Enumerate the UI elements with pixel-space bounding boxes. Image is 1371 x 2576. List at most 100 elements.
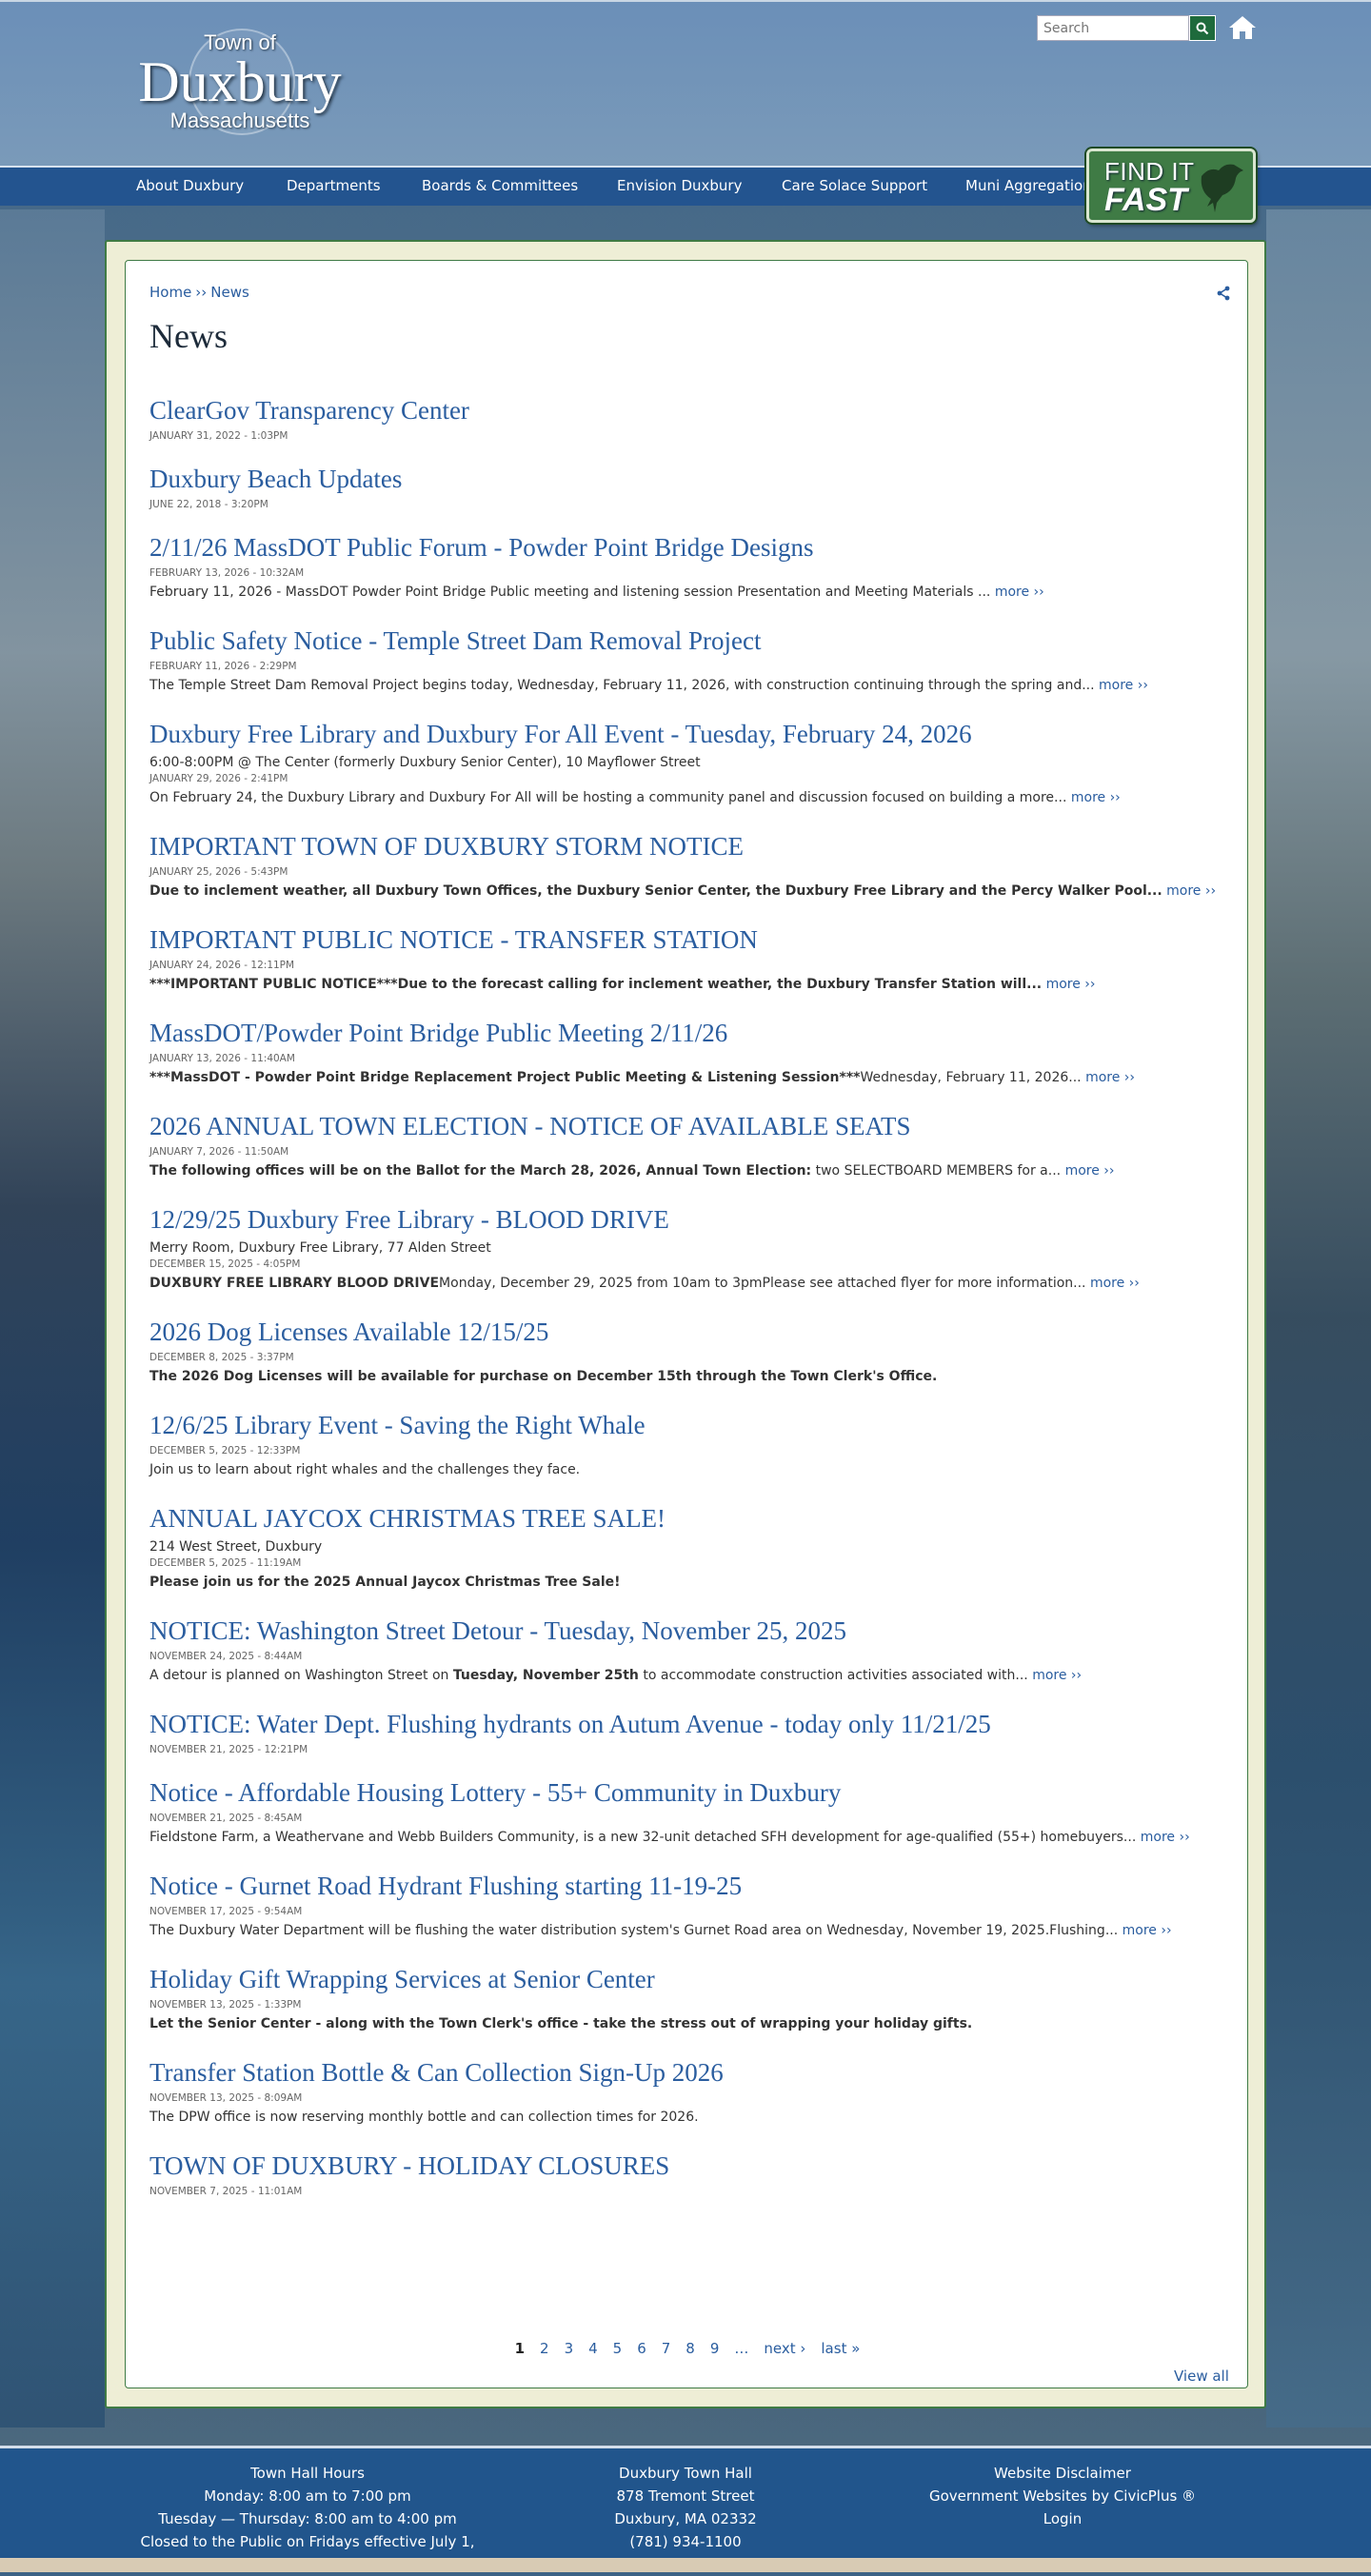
news-title-link[interactable]: 2026 Dog Licenses Available 12/15/25 xyxy=(149,1317,1225,1347)
news-title-link[interactable]: TOWN OF DUXBURY - HOLIDAY CLOSURES xyxy=(149,2150,1225,2181)
news-title-link[interactable]: ANNUAL JAYCOX CHRISTMAS TREE SALE! xyxy=(149,1503,1225,1534)
pager-page[interactable]: 2 xyxy=(540,2340,549,2357)
content-frame: Home ›› News News ClearGov Transparency Ce… xyxy=(105,240,1266,2408)
more-link[interactable]: more ›› xyxy=(995,585,1044,600)
news-item: NOTICE: Water Dept. Flushing hydrants on… xyxy=(149,1709,1225,1756)
news-summary-text: The Temple Street Dam Removal Project be… xyxy=(149,678,1095,693)
pager-page[interactable]: 8 xyxy=(686,2340,695,2357)
news-title-link[interactable]: Transfer Station Bottle & Can Collection… xyxy=(149,2057,1225,2088)
news-title-link[interactable]: NOTICE: Washington Street Detour - Tuesd… xyxy=(149,1615,1225,1646)
more-link[interactable]: more ›› xyxy=(1032,1668,1082,1683)
footer-links: Website Disclaimer Government Websites b… xyxy=(920,2462,1205,2530)
breadcrumb-news[interactable]: News xyxy=(210,284,249,301)
pager-page[interactable]: 7 xyxy=(662,2340,671,2357)
news-date: JANUARY 24, 2026 - 12:11PM xyxy=(149,960,295,971)
news-title-link[interactable]: ClearGov Transparency Center xyxy=(149,395,1225,426)
news-title-link[interactable]: 2026 ANNUAL TOWN ELECTION - NOTICE OF AV… xyxy=(149,1111,1225,1141)
breadcrumb: Home ›› News xyxy=(149,284,249,301)
nav-envision-duxbury[interactable]: Envision Duxbury xyxy=(617,177,742,194)
pager-next[interactable]: next › xyxy=(764,2340,805,2357)
pager-page[interactable]: 6 xyxy=(637,2340,646,2357)
news-summary-bold: Please join us for the 2025 Annual Jayco… xyxy=(149,1575,621,1590)
news-item: 2/11/26 MassDOT Public Forum - Powder Po… xyxy=(149,532,1225,604)
news-item: 2026 Dog Licenses Available 12/15/25 DECE… xyxy=(149,1317,1225,1389)
news-title-link[interactable]: IMPORTANT PUBLIC NOTICE - TRANSFER STATI… xyxy=(149,924,1225,955)
bird-icon xyxy=(1201,164,1243,212)
news-date: JUNE 22, 2018 - 3:20PM xyxy=(149,499,268,510)
home-icon[interactable] xyxy=(1227,13,1258,42)
search-button[interactable] xyxy=(1189,15,1216,41)
pager-page[interactable]: 4 xyxy=(588,2340,598,2357)
news-summary-bold: The 2026 Dog Licenses will be available … xyxy=(149,1369,938,1384)
news-item: Public Safety Notice - Temple Street Dam… xyxy=(149,625,1225,698)
news-title-link[interactable]: Duxbury Free Library and Duxbury For All… xyxy=(149,719,1225,749)
news-date: NOVEMBER 13, 2025 - 1:33PM xyxy=(149,1999,302,2011)
nav-muni-aggregation[interactable]: Muni Aggregation xyxy=(965,177,1092,194)
footer-phone[interactable]: (781) 934-1100 xyxy=(571,2530,800,2553)
share-icon[interactable] xyxy=(1216,286,1231,301)
news-item: MassDOT/Powder Point Bridge Public Meeti… xyxy=(149,1018,1225,1090)
news-summary-text: Join us to learn about right whales and … xyxy=(149,1462,581,1477)
breadcrumb-home[interactable]: Home xyxy=(149,284,191,301)
news-summary: Join us to learn about right whales and … xyxy=(149,1457,1225,1482)
footer-disclaimer-link[interactable]: Website Disclaimer xyxy=(920,2462,1205,2485)
news-summary: Please join us for the 2025 Annual Jayco… xyxy=(149,1570,1225,1595)
news-item: NOTICE: Washington Street Detour - Tuesd… xyxy=(149,1615,1225,1688)
news-date: JANUARY 31, 2022 - 1:03PM xyxy=(149,430,288,442)
view-all-link[interactable]: View all xyxy=(1174,2368,1229,2385)
news-title-link[interactable]: Holiday Gift Wrapping Services at Senior… xyxy=(149,1964,1225,1994)
news-date: DECEMBER 8, 2025 - 3:37PM xyxy=(149,1352,294,1363)
pager-page[interactable]: 9 xyxy=(710,2340,720,2357)
news-item: Duxbury Beach Updates JUNE 22, 2018 - 3:2… xyxy=(149,464,1225,511)
more-link[interactable]: more ›› xyxy=(1065,1163,1115,1179)
news-item: Holiday Gift Wrapping Services at Senior… xyxy=(149,1964,1225,2036)
news-location: 6:00-8:00PM @ The Center (formerly Duxbu… xyxy=(149,755,701,770)
pager-page[interactable]: 5 xyxy=(613,2340,623,2357)
news-location: 214 West Street, Duxbury xyxy=(149,1539,323,1555)
fast-label: FAST xyxy=(1104,182,1187,218)
nav-care-solace-support[interactable]: Care Solace Support xyxy=(782,177,927,194)
site-footer: Town Hall Hours Monday: 8:00 am to 7:00 … xyxy=(0,2446,1371,2573)
news-title-link[interactable]: Duxbury Beach Updates xyxy=(149,464,1225,494)
news-summary: The Temple Street Dam Removal Project be… xyxy=(149,673,1225,698)
pagination: 1 2 3 4 5 6 7 8 9 … next › last » xyxy=(126,2340,1249,2357)
news-summary: Due to inclement weather, all Duxbury To… xyxy=(149,879,1225,903)
breadcrumb-separator: ›› xyxy=(195,284,208,301)
news-title-link[interactable]: 12/29/25 Duxbury Free Library - BLOOD DR… xyxy=(149,1204,1225,1235)
news-title-link[interactable]: 2/11/26 MassDOT Public Forum - Powder Po… xyxy=(149,532,1225,563)
news-title-link[interactable]: MassDOT/Powder Point Bridge Public Meeti… xyxy=(149,1018,1225,1048)
pager-ellipsis: … xyxy=(734,2340,749,2357)
news-title-link[interactable]: Public Safety Notice - Temple Street Dam… xyxy=(149,625,1225,656)
footer-login-link[interactable]: Login xyxy=(920,2507,1205,2530)
news-title-link[interactable]: Notice - Gurnet Road Hydrant Flushing st… xyxy=(149,1871,1225,1901)
news-title-link[interactable]: IMPORTANT TOWN OF DUXBURY STORM NOTICE xyxy=(149,831,1225,862)
nav-about-duxbury[interactable]: About Duxbury xyxy=(136,177,244,194)
pager-last[interactable]: last » xyxy=(821,2340,860,2357)
more-link[interactable]: more ›› xyxy=(1123,1923,1172,1938)
nav-boards-committees[interactable]: Boards & Committees xyxy=(422,177,578,194)
news-title-link[interactable]: 12/6/25 Library Event - Saving the Right… xyxy=(149,1410,1225,1440)
footer-civicplus-link[interactable]: Government Websites by CivicPlus ® xyxy=(920,2485,1205,2507)
news-date: JANUARY 13, 2026 - 11:40AM xyxy=(149,1053,295,1064)
search-input[interactable] xyxy=(1037,15,1189,41)
pager-page[interactable]: 3 xyxy=(565,2340,574,2357)
news-date: NOVEMBER 7, 2025 - 11:01AM xyxy=(149,2186,303,2197)
more-link[interactable]: more ›› xyxy=(1090,1276,1140,1291)
news-item: ClearGov Transparency Center JANUARY 31, … xyxy=(149,395,1225,443)
news-title-link[interactable]: NOTICE: Water Dept. Flushing hydrants on… xyxy=(149,1709,1225,1739)
footer-hours-line: Tuesday — Thursday: 8:00 am to 4:00 pm xyxy=(158,2510,457,2527)
news-title-link[interactable]: Notice - Affordable Housing Lottery - 55… xyxy=(149,1777,1225,1808)
news-item: Notice - Affordable Housing Lottery - 55… xyxy=(149,1777,1225,1850)
more-link[interactable]: more ›› xyxy=(1141,1830,1190,1845)
news-item: ANNUAL JAYCOX CHRISTMAS TREE SALE! 214 We… xyxy=(149,1503,1225,1595)
more-link[interactable]: more ›› xyxy=(1099,678,1148,693)
more-link[interactable]: more ›› xyxy=(1085,1070,1135,1085)
more-link[interactable]: more ›› xyxy=(1071,790,1121,805)
more-link[interactable]: more ›› xyxy=(1046,977,1096,992)
more-link[interactable]: more ›› xyxy=(1166,883,1216,899)
news-item: Notice - Gurnet Road Hydrant Flushing st… xyxy=(149,1871,1225,1943)
find-it-fast-button[interactable]: FIND IT FAST xyxy=(1086,149,1256,223)
news-summary-text: to accommodate construction activities a… xyxy=(638,1668,1028,1683)
nav-departments[interactable]: Departments xyxy=(287,177,381,194)
town-logo[interactable]: Town of Duxbury Massachusetts xyxy=(126,29,354,152)
